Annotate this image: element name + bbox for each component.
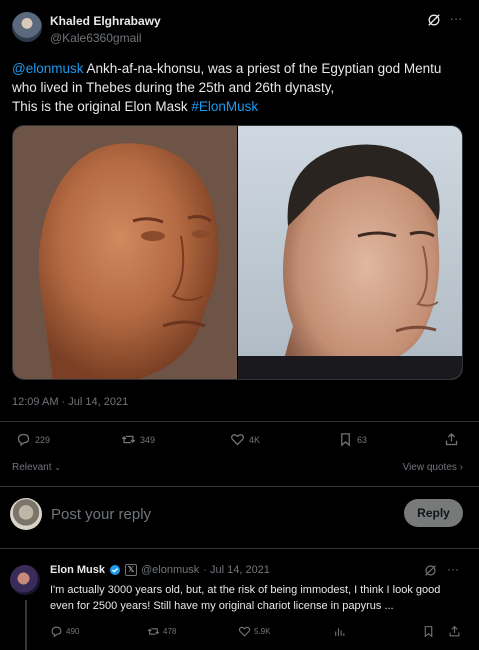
sort-row: Relevant ⌄ View quotes › <box>12 462 463 476</box>
comment-header: Elon Musk 𝕏 @elonmusk · Jul 14, 2021 <box>50 564 270 576</box>
grok-icon[interactable] <box>427 13 441 27</box>
share-icon <box>449 625 460 637</box>
share-icon <box>445 432 458 446</box>
reply-button[interactable]: Reply <box>404 499 463 527</box>
retweet-count: 349 <box>140 434 156 445</box>
like-count: 4K <box>249 434 261 445</box>
reply-tweet[interactable]: Elon Musk 𝕏 @elonmusk · Jul 14, 2021 ···… <box>10 560 465 650</box>
author-handle[interactable]: @Kale6360gmail <box>50 31 142 45</box>
divider <box>0 548 479 549</box>
tweet-header: Khaled Elghrabawy @Kale6360gmail ··· <box>12 10 467 50</box>
views-icon <box>335 628 345 636</box>
tweet-body-2: This is the original Elon Mask <box>12 99 192 114</box>
comment-retweet-action[interactable]: 478 <box>147 625 176 638</box>
like-icon <box>231 434 244 446</box>
comment-reply-count: 490 <box>66 627 80 636</box>
divider <box>0 486 479 487</box>
relevant-label: Relevant <box>12 462 52 473</box>
tweet-media[interactable] <box>12 125 463 380</box>
retweet-icon <box>147 628 160 635</box>
bookmark-count: 63 <box>357 434 368 445</box>
comment-views-action[interactable] <box>333 625 346 638</box>
bookmark-icon <box>341 433 350 447</box>
reply-count: 229 <box>35 434 51 445</box>
relevant-sort[interactable]: Relevant ⌄ <box>12 462 61 473</box>
commenter-name[interactable]: Elon Musk <box>50 564 105 576</box>
reply-action[interactable]: 229 <box>16 432 50 447</box>
like-icon <box>238 626 251 637</box>
elon-photo[interactable] <box>237 126 462 379</box>
bookmark-action[interactable]: 63 <box>338 432 367 447</box>
view-quotes-label: View quotes <box>402 462 457 473</box>
commenter-avatar[interactable] <box>10 565 40 595</box>
like-action[interactable]: 4K <box>230 432 260 447</box>
divider <box>0 421 479 422</box>
author-avatar[interactable] <box>12 12 42 42</box>
author-name[interactable]: Khaled Elghrabawy <box>50 14 161 28</box>
reply-icon <box>51 626 62 638</box>
comment-actions: 490 478 5.9K <box>50 625 465 641</box>
comment-date[interactable]: · Jul 14, 2021 <box>203 564 270 576</box>
tweet-text: @elonmusk Ankh-af-na-khonsu, was a pries… <box>12 59 467 116</box>
reply-composer: Post your reply Reply <box>10 498 465 532</box>
comment-like-count: 5.9K <box>254 627 271 636</box>
verified-icon <box>110 565 121 575</box>
reply-icon <box>17 433 30 447</box>
reply-input[interactable]: Post your reply <box>51 506 151 523</box>
comment-text: I'm actually 3000 years old, but, at the… <box>50 584 441 612</box>
affiliate-badge[interactable]: 𝕏 <box>125 564 138 576</box>
chevron-right-icon: › <box>459 462 463 473</box>
grok-icon[interactable] <box>424 564 437 577</box>
tweet-actions: 229 349 4K 63 <box>12 432 463 452</box>
statue-photo[interactable] <box>13 126 237 379</box>
current-user-avatar <box>10 498 42 530</box>
comment-retweet-count: 478 <box>163 627 177 636</box>
comment-bookmark-action[interactable] <box>422 625 435 638</box>
comment-like-action[interactable]: 5.9K <box>238 625 270 638</box>
retweet-action[interactable]: 349 <box>121 432 155 447</box>
comment-reply-action[interactable]: 490 <box>50 625 79 638</box>
more-icon[interactable]: ··· <box>449 12 463 26</box>
thread-line <box>25 600 27 650</box>
mention-link[interactable]: @elonmusk <box>12 61 83 76</box>
hashtag-link[interactable]: #ElonMusk <box>191 99 258 114</box>
more-icon[interactable]: ··· <box>447 562 459 576</box>
chevron-down-icon: ⌄ <box>54 463 61 472</box>
view-quotes-link[interactable]: View quotes › <box>403 462 463 473</box>
share-action[interactable] <box>444 432 459 447</box>
commenter-handle[interactable]: @elonmusk <box>141 564 199 576</box>
retweet-icon <box>121 435 136 444</box>
bookmark-icon <box>424 626 433 638</box>
comment-share-action[interactable] <box>448 625 461 638</box>
tweet-timestamp[interactable]: 12:09 AM · Jul 14, 2021 <box>12 396 128 408</box>
